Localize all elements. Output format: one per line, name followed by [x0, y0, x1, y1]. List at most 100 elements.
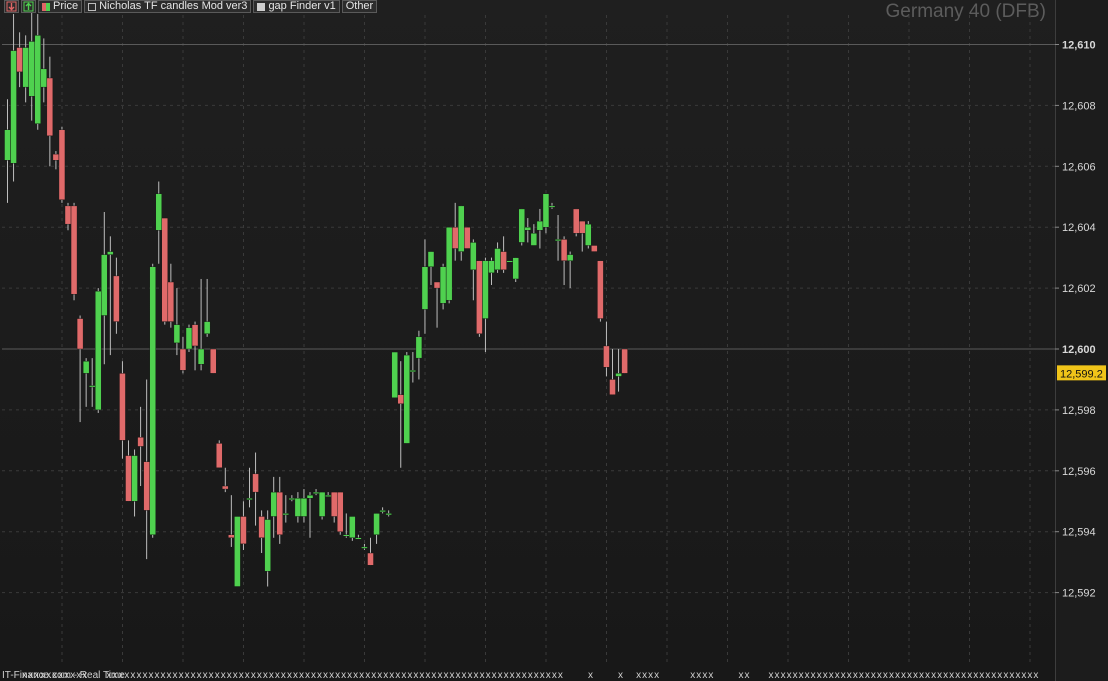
candle-bear — [113, 275, 120, 322]
candle-bull — [445, 226, 453, 301]
time-tick-label: x — [130, 670, 135, 681]
candle-bear — [573, 208, 580, 234]
time-tick-label: x — [528, 670, 533, 681]
candle-bull — [185, 327, 193, 350]
other-menu[interactable]: Other — [341, 0, 378, 13]
candle-bear — [179, 348, 187, 371]
time-tick-label: x — [516, 670, 521, 681]
time-tick-label: x — [395, 670, 400, 681]
time-tick-label: x — [124, 670, 129, 681]
time-tick-label: x — [781, 670, 786, 681]
time-tick-label: x — [901, 670, 906, 681]
gap-finder-label: gap Finder v1 — [268, 0, 336, 12]
candlestick-chart[interactable]: 12,610 12,608 12,606 12,604 12,602 12,600 12,5… — [0, 0, 1108, 681]
time-tick-label: x — [636, 670, 641, 681]
time-tick-label: x — [492, 670, 497, 681]
time-tick-label: x — [293, 670, 298, 681]
candle-bear — [70, 205, 78, 295]
time-tick-label: x — [787, 670, 792, 681]
time-tick-label: x — [967, 670, 972, 681]
time-tick-label: x — [558, 670, 563, 681]
price-tick-label: 12,598 — [1062, 405, 1096, 417]
time-tick-label: x — [883, 670, 888, 681]
candle-bull — [88, 385, 96, 388]
candle-up-icon[interactable] — [21, 0, 36, 13]
time-tick-label: x — [269, 670, 274, 681]
candle-bear — [258, 516, 265, 538]
price-tick-label: 12,610 — [1062, 40, 1096, 52]
chart-toolbar: Price Nicholas TF candles Mod ver3 gap F… — [4, 0, 378, 14]
last-price-label: 12,599.2 — [1060, 368, 1103, 380]
time-tick-label: x — [239, 670, 244, 681]
candle-bull — [415, 336, 423, 359]
time-tick-label: x — [835, 670, 840, 681]
candle-down-icon[interactable] — [4, 0, 19, 13]
time-tick-label: x — [468, 670, 473, 681]
candle-bear — [476, 260, 483, 334]
time-tick-label: x — [943, 670, 948, 681]
candle-bear — [125, 455, 132, 502]
time-tick-label: x — [245, 670, 250, 681]
time-tick-label: x — [419, 670, 424, 681]
time-tick-label: x — [823, 670, 828, 681]
time-tick-label: x — [161, 670, 166, 681]
time-tick-label: x — [1021, 670, 1026, 681]
price-tick-label: 12,604 — [1062, 222, 1096, 234]
candle-bear — [222, 485, 229, 490]
time-tick-label: x — [203, 670, 208, 681]
candle-bear — [119, 373, 126, 441]
time-tick-label: x — [738, 670, 743, 681]
candle-bull — [391, 351, 398, 398]
candle-bear — [579, 220, 586, 234]
candle-bull — [324, 494, 332, 497]
time-tick-label: x — [1033, 670, 1038, 681]
price-axis-labels: 12,610 12,608 12,606 12,604 12,602 12,600 12,5… — [1055, 40, 1096, 600]
candle-bull — [566, 254, 574, 261]
candle-bull — [203, 321, 211, 334]
price-tick-label: 12,600 — [1062, 344, 1096, 356]
time-tick-label: x — [546, 670, 551, 681]
time-tick-label: x — [534, 670, 539, 681]
nicholas-indicator-chip[interactable]: Nicholas TF candles Mod ver3 — [84, 0, 252, 13]
price-indicator-chip[interactable]: Price — [38, 0, 83, 13]
time-tick-label: x — [215, 670, 220, 681]
price-tick-label: 12,608 — [1062, 100, 1096, 112]
candle-bull — [506, 260, 513, 263]
time-tick-label: x — [233, 670, 238, 681]
candle-bull — [470, 242, 477, 271]
time-tick-label: x — [841, 670, 846, 681]
time-tick-label: x — [973, 670, 978, 681]
time-tick-label: x — [775, 670, 780, 681]
time-tick-label: x — [377, 670, 382, 681]
candle-bull — [373, 513, 380, 535]
candle-bear — [597, 260, 604, 319]
candle-bull — [349, 516, 356, 538]
time-tick-label: x — [552, 670, 557, 681]
price-tick-label: 12,602 — [1062, 283, 1096, 295]
candle-bull — [542, 193, 550, 228]
time-tick-label: x — [359, 670, 364, 681]
time-tick-label: x — [991, 670, 996, 681]
gap-finder-chip[interactable]: gap Finder v1 — [253, 0, 340, 13]
time-tick-label: x — [136, 670, 141, 681]
candle-bull — [82, 360, 90, 374]
time-tick-label: x — [690, 670, 695, 681]
time-tick-label: x — [702, 670, 707, 681]
candle-bull — [300, 498, 308, 517]
candle-bear — [52, 153, 60, 161]
candle-bear — [240, 516, 247, 545]
time-axis-ticks: xxxxxxxxxxxxxxxxxxxxxxxxxxxxxxxxxxxxxxxx… — [22, 670, 1038, 681]
candle-bull — [494, 248, 501, 271]
time-tick-label: x — [871, 670, 876, 681]
other-label: Other — [345, 0, 374, 12]
time-tick-label: x — [449, 670, 454, 681]
candle-bear — [209, 348, 217, 374]
data-source-credit: IT-Finance.com - Real Time — [2, 670, 125, 681]
price-tick-label: 12,596 — [1062, 466, 1096, 478]
candle-bull — [197, 348, 205, 365]
candle-bull — [385, 513, 392, 516]
time-tick-label: x — [341, 670, 346, 681]
time-tick-label: x — [209, 670, 214, 681]
time-tick-label: x — [155, 670, 160, 681]
candle-bear — [64, 205, 72, 225]
